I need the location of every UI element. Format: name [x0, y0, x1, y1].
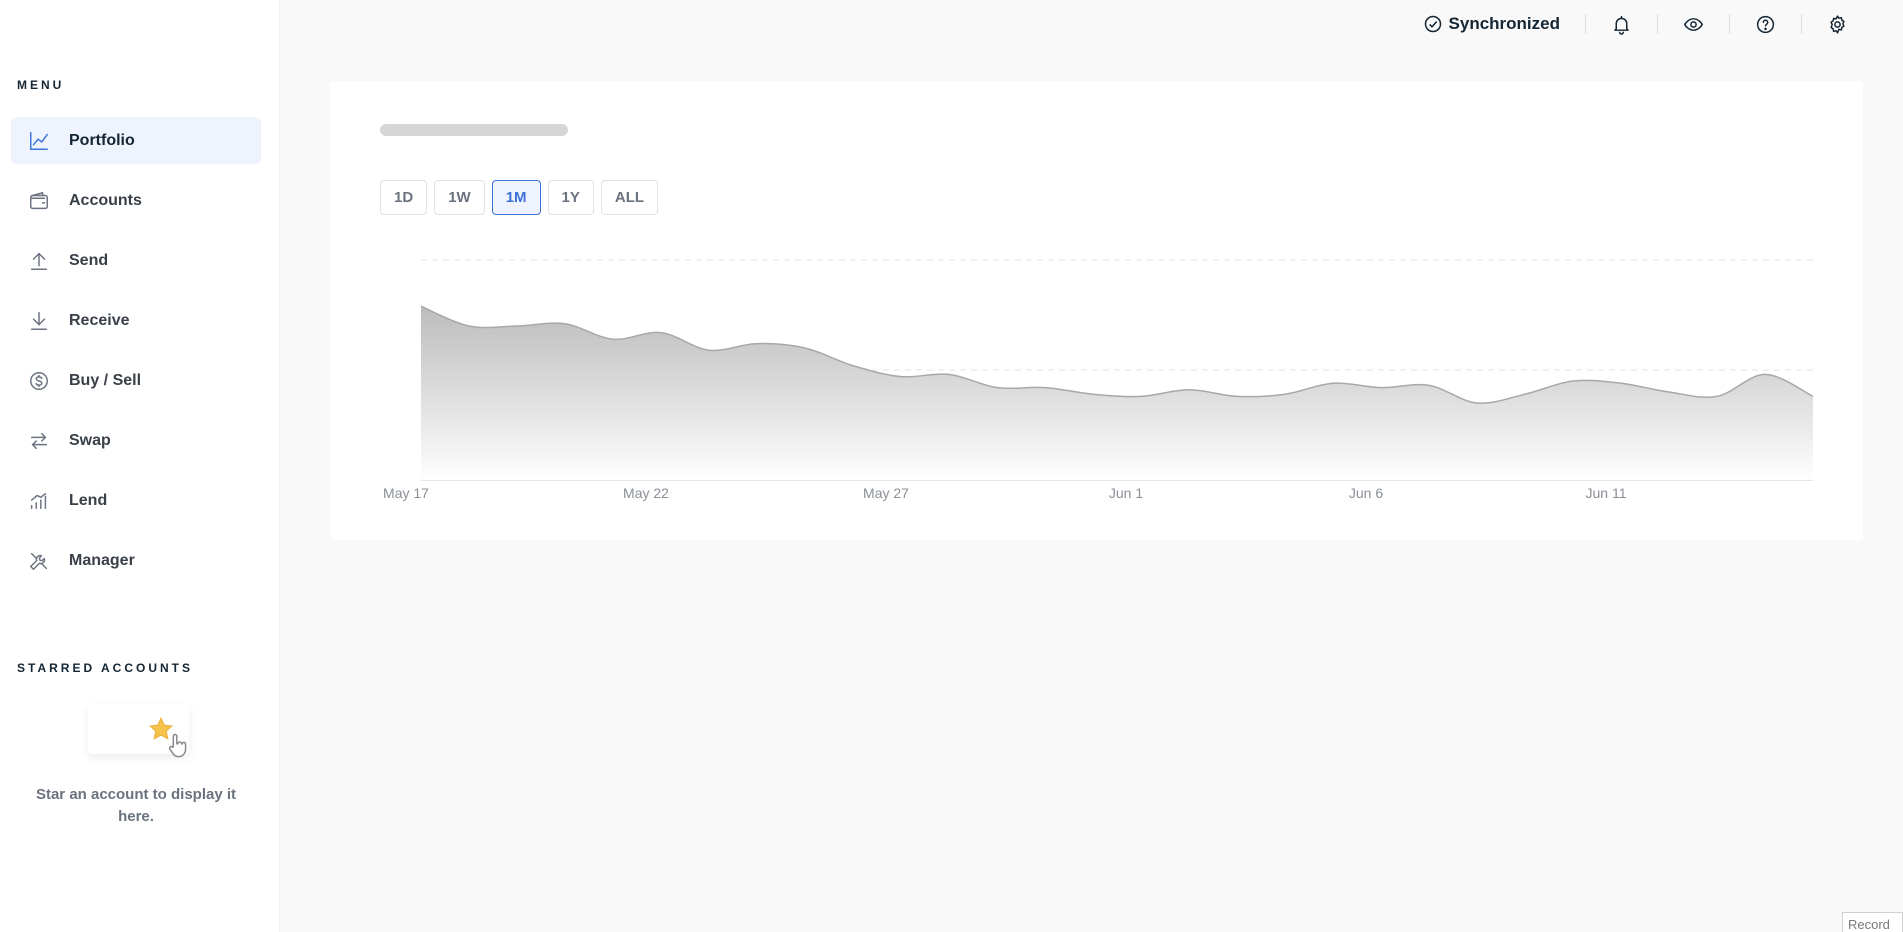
sidebar-item-label: Accounts — [69, 191, 142, 209]
signal-bars-icon — [28, 490, 50, 512]
arrow-up-icon — [28, 250, 50, 272]
x-tick-label: Jun 11 — [1586, 485, 1627, 501]
settings-button[interactable] — [1802, 10, 1873, 38]
sidebar-item-label: Portfolio — [69, 131, 135, 149]
arrow-down-icon — [28, 310, 50, 332]
sync-status-label: Synchronized — [1448, 14, 1560, 33]
sidebar-item-swap[interactable]: Swap — [11, 417, 261, 464]
x-tick-label: May 17 — [383, 485, 429, 501]
sidebar-item-label: Send — [69, 251, 109, 269]
sidebar-item-label: Receive — [69, 311, 130, 329]
sidebar: MENU Portfolio Accounts Send Receive Buy… — [0, 0, 280, 932]
sidebar-item-label: Buy / Sell — [69, 371, 142, 389]
x-tick-label: Jun 6 — [1349, 485, 1383, 501]
sidebar-item-send[interactable]: Send — [11, 237, 261, 284]
sidebar-item-portfolio[interactable]: Portfolio — [11, 117, 261, 164]
portfolio-chart: May 17 May 22 May 27 Jun 1 Jun 6 Jun 11 — [383, 259, 1814, 501]
menu-heading: MENU — [17, 78, 65, 92]
x-tick-label: Jun 1 — [1109, 485, 1143, 501]
starred-accounts-heading: STARRED ACCOUNTS — [17, 661, 193, 675]
sidebar-item-receive[interactable]: Receive — [11, 297, 261, 344]
x-tick-label: May 22 — [623, 485, 669, 501]
wallet-icon — [28, 190, 50, 212]
series-area — [421, 306, 1813, 480]
dollar-circle-icon — [28, 370, 50, 392]
swap-arrows-icon — [28, 430, 50, 452]
sidebar-item-label: Manager — [69, 551, 135, 569]
chart-line-icon — [28, 130, 50, 152]
x-tick-label: May 27 — [863, 485, 909, 501]
record-badge[interactable]: Record — [1842, 912, 1903, 932]
starred-empty-text: Star an account to display it here. — [35, 786, 237, 825]
topbar: Synchronized — [1423, 10, 1873, 38]
sidebar-item-accounts[interactable]: Accounts — [11, 177, 261, 224]
gear-icon — [1830, 14, 1845, 34]
bell-icon — [1614, 15, 1629, 35]
sidebar-item-manager[interactable]: Manager — [11, 537, 261, 584]
sync-status[interactable]: Synchronized — [1423, 14, 1585, 34]
sidebar-item-buy-sell[interactable]: Buy / Sell — [11, 357, 261, 404]
eye-icon — [1684, 17, 1703, 31]
sidebar-item-label: Swap — [69, 431, 111, 449]
help-button[interactable] — [1730, 10, 1801, 38]
check-circle-icon — [1424, 15, 1441, 33]
notifications-button[interactable] — [1586, 10, 1657, 38]
starred-placeholder-illustration — [88, 704, 189, 758]
hand-pointer-icon — [168, 733, 187, 758]
tools-icon — [28, 550, 50, 572]
sidebar-item-label: Lend — [69, 491, 108, 509]
toggle-visibility-button[interactable] — [1658, 10, 1729, 38]
sidebar-item-lend[interactable]: Lend — [11, 477, 261, 524]
help-circle-icon — [1756, 15, 1775, 33]
main-nav: Portfolio Accounts Send Receive Buy / Se… — [11, 117, 261, 597]
